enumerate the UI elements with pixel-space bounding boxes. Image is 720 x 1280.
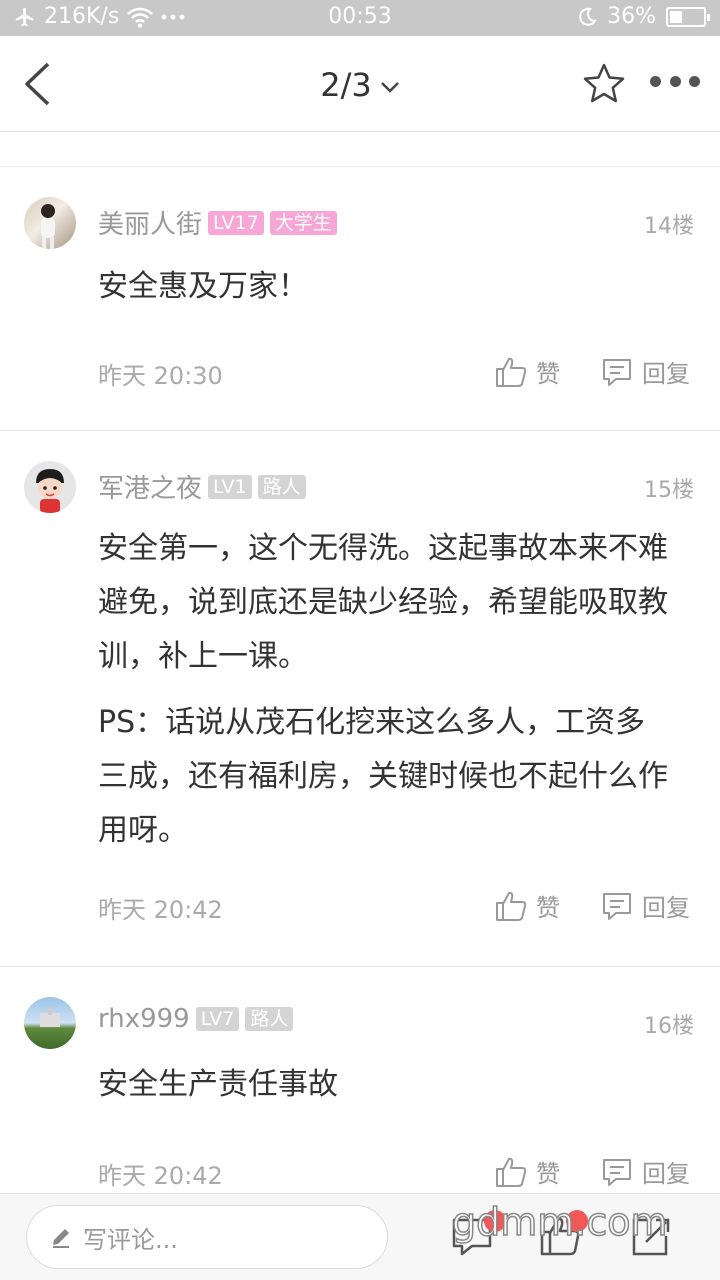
reply-label: 回复 xyxy=(642,894,690,922)
thumbs-up-icon xyxy=(496,891,527,921)
title-badge: 大学生 xyxy=(269,210,337,235)
floor-number: 16楼 xyxy=(644,1014,694,1039)
comment-input[interactable]: 写评论... xyxy=(26,1205,388,1269)
thumbs-up-icon xyxy=(496,357,527,387)
battery-level xyxy=(670,10,682,23)
comment-item: rhx999 LV7 路人 16楼 安全生产责任事故 昨天 20:42 赞 回复 xyxy=(0,968,720,1193)
comment-text: 安全第一，这个无得洗。这起事故本来不难避免，说到底还是缺少经验，希望能吸取教训，… xyxy=(98,522,668,858)
comment-paragraph: 安全第一，这个无得洗。这起事故本来不难避免，说到底还是缺少经验，希望能吸取教训，… xyxy=(98,531,668,674)
comment-paragraph: 安全惠及万家！ xyxy=(98,269,308,304)
reply-button[interactable]: 回复 xyxy=(600,354,690,389)
comment-item: 美丽人街 LV17 大学生 14楼 安全惠及万家！ 昨天 20:30 赞 回复 xyxy=(0,168,720,431)
comment-time: 昨天 20:42 xyxy=(98,896,223,924)
thumbs-up-icon xyxy=(496,1157,527,1187)
level-badge: LV17 xyxy=(208,210,264,235)
reply-icon xyxy=(603,1158,631,1186)
avatar[interactable] xyxy=(24,997,76,1049)
comment-paragraph: 安全生产责任事故 xyxy=(98,1067,338,1102)
comment-paragraph: PS：话说从茂石化挖来这么多人，工资多三成，还有福利房，关键时候也不起什么作用呀… xyxy=(98,705,668,848)
status-bar: 216K/s 00:53 36% xyxy=(0,0,720,36)
avatar[interactable] xyxy=(24,197,76,249)
like-label: 赞 xyxy=(536,1160,560,1188)
like-button[interactable]: 赞 xyxy=(494,354,560,389)
like-label: 赞 xyxy=(536,360,560,388)
like-label: 赞 xyxy=(536,894,560,922)
comment-text: 安全惠及万家！ xyxy=(98,260,668,314)
avatar[interactable] xyxy=(24,461,76,513)
username[interactable]: rhx999 xyxy=(98,1004,190,1034)
username-row: rhx999 LV7 路人 xyxy=(98,1004,294,1034)
username[interactable]: 美丽人街 xyxy=(98,204,202,241)
watermark: gdmm.com xyxy=(451,1199,668,1245)
comment-time: 昨天 20:42 xyxy=(98,1162,223,1190)
reply-icon xyxy=(603,892,631,920)
moon-icon xyxy=(579,7,597,26)
floor-number: 14楼 xyxy=(644,214,694,239)
like-button[interactable]: 赞 xyxy=(494,1154,560,1189)
reply-label: 回复 xyxy=(642,1160,690,1188)
title-badge: 路人 xyxy=(257,474,306,499)
comment-text: 安全生产责任事故 xyxy=(98,1058,668,1112)
title-badge: 路人 xyxy=(245,1007,294,1031)
comment-placeholder: 写评论... xyxy=(83,1225,178,1254)
nav-bar: 2/3 xyxy=(0,36,720,132)
username-row: 美丽人街 LV17 大学生 xyxy=(98,204,337,241)
floor-number: 15楼 xyxy=(644,478,694,503)
pencil-icon xyxy=(53,1229,69,1248)
divider-gap xyxy=(0,133,720,167)
comment-time: 昨天 20:30 xyxy=(98,362,223,390)
star-icon[interactable] xyxy=(582,62,626,106)
username[interactable]: 军港之夜 xyxy=(98,468,202,505)
reply-label: 回复 xyxy=(642,360,690,388)
reply-icon xyxy=(603,358,631,386)
page-indicator: 2/3 xyxy=(320,66,372,104)
battery-percent: 36% xyxy=(607,4,656,29)
comment-item: 军港之夜 LV1 路人 15楼 安全第一，这个无得洗。这起事故本来不难避免，说到… xyxy=(0,432,720,967)
level-badge: LV1 xyxy=(208,474,252,499)
more-icon[interactable] xyxy=(650,76,700,90)
username-row: 军港之夜 LV1 路人 xyxy=(98,468,306,505)
level-badge: LV7 xyxy=(195,1007,240,1031)
chevron-down-icon xyxy=(380,82,399,93)
reply-button[interactable]: 回复 xyxy=(600,888,690,923)
like-button[interactable]: 赞 xyxy=(494,888,560,923)
clock: 00:53 xyxy=(328,4,392,29)
battery-icon xyxy=(666,6,710,27)
reply-button[interactable]: 回复 xyxy=(600,1154,690,1189)
